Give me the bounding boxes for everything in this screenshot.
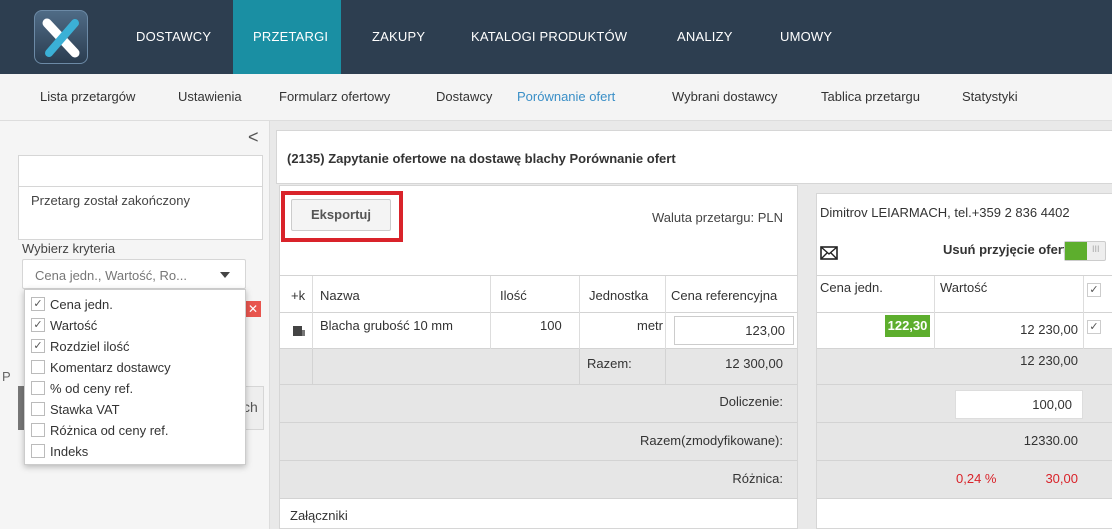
- sidebar-empty-field: [18, 155, 263, 187]
- select-all-checkbox[interactable]: ✓: [1087, 283, 1101, 297]
- supplier-row: 122,30 12 230,00 ✓: [817, 313, 1112, 349]
- remove-acceptance-label: Usuń przyjęcie oferty: [943, 242, 1075, 257]
- envelope-icon[interactable]: [820, 246, 838, 260]
- supplier-value: 12 230,00: [1020, 322, 1078, 337]
- top-navbar: DOSTAWCY PRZETARGI ZAKUPY KATALOGI PRODU…: [0, 0, 1112, 74]
- topnav-analizy[interactable]: ANALIZY: [677, 0, 747, 74]
- option-wartosc[interactable]: ✓ Wartość: [31, 315, 231, 335]
- criteria-dropdown: ✓ Cena jedn. ✓ Wartość ✓ Rozdziel ilość …: [24, 289, 246, 465]
- supplier-panel: Dimitrov LEIARMACH, tel.+359 2 836 4402 …: [816, 193, 1112, 529]
- checkbox[interactable]: [31, 423, 45, 437]
- supplier-diff-row: 0,24 % 30,00: [817, 461, 1112, 499]
- supplier-sum: 12 230,00: [1020, 353, 1078, 368]
- col-wartosc: Wartość: [940, 280, 988, 295]
- checkbox[interactable]: ✓: [31, 318, 45, 332]
- product-unit: metr: [637, 318, 663, 333]
- attachments-label: Załączniki: [290, 508, 348, 523]
- status-box: Przetarg został zakończony: [18, 186, 263, 240]
- modified-label: Razem(zmodyfikowane):: [639, 433, 783, 448]
- partial-label-p: P: [2, 369, 11, 384]
- checkbox[interactable]: ✓: [31, 297, 45, 311]
- app-logo[interactable]: [34, 10, 88, 64]
- option-indeks[interactable]: Indeks: [31, 441, 231, 461]
- option-procent-ceny[interactable]: % od ceny ref.: [31, 378, 231, 398]
- col-ilosc: Ilość: [500, 288, 527, 303]
- col-k: +k: [291, 288, 306, 303]
- sum-label: Razem:: [587, 356, 632, 371]
- currency-label: Waluta przetargu: PLN: [651, 210, 783, 225]
- remove-acceptance-toggle[interactable]: III: [1064, 241, 1106, 261]
- option-cena-jedn[interactable]: ✓ Cena jedn.: [31, 294, 231, 314]
- tab-lista-przetargow[interactable]: Lista przetargów: [40, 74, 135, 120]
- tab-dostawcy[interactable]: Dostawcy: [436, 74, 492, 120]
- checkbox[interactable]: ✓: [31, 339, 45, 353]
- diff-label: Różnica:: [732, 471, 783, 486]
- product-icon[interactable]: [292, 324, 306, 338]
- row-checkbox[interactable]: ✓: [1087, 320, 1101, 334]
- sub-navbar: Lista przetargów Ustawienia Formularz of…: [0, 74, 1112, 121]
- sum-value: 12 300,00: [725, 356, 783, 371]
- highlight-frame: [281, 191, 403, 242]
- criteria-select-value: Cena jedn., Wartość, Ro...: [35, 268, 187, 283]
- checkbox[interactable]: [31, 360, 45, 374]
- modified-row: Razem(zmodyfikowane):: [280, 423, 797, 461]
- main-content: (2135) Zapytanie ofertowe na dostawę bla…: [270, 121, 1112, 529]
- ref-price-input[interactable]: 123,00: [674, 316, 794, 345]
- option-rozdziel-ilosc[interactable]: ✓ Rozdziel ilość: [31, 336, 231, 356]
- page-title: (2135) Zapytanie ofertowe na dostawę bla…: [287, 151, 676, 166]
- logo-x-icon: [42, 18, 80, 58]
- supplier-header-row: Cena jedn. Wartość ✓: [817, 275, 1112, 314]
- col-nazwa: Nazwa: [320, 288, 360, 303]
- topnav-przetargi[interactable]: PRZETARGI: [233, 0, 341, 74]
- supplier-modified-sum: 12330.00: [1023, 433, 1078, 448]
- tab-statystyki[interactable]: Statystyki: [962, 74, 1018, 120]
- sidebar: < Przetarg został zakończony Wybierz kry…: [0, 121, 270, 529]
- col-cena-ref: Cena referencyjna: [671, 288, 778, 303]
- diff-percent: 0,24 %: [956, 471, 997, 486]
- status-text: Przetarg został zakończony: [31, 193, 190, 208]
- topnav-dostawcy[interactable]: DOSTAWCY: [136, 0, 216, 74]
- topnav-katalogi[interactable]: KATALOGI PRODUKTÓW: [471, 0, 641, 74]
- diff-row: Różnica:: [280, 461, 797, 499]
- adjust-row: Doliczenie:: [280, 385, 797, 423]
- criteria-select[interactable]: Cena jedn., Wartość, Ro...: [22, 259, 246, 289]
- checkbox[interactable]: [31, 402, 45, 416]
- option-stawka-vat[interactable]: Stawka VAT: [31, 399, 231, 419]
- option-roznica[interactable]: Różnica od ceny ref.: [31, 420, 231, 440]
- adjust-input[interactable]: 100,00: [955, 390, 1083, 419]
- product-qty: 100: [540, 318, 562, 333]
- tab-wybrani-dostawcy[interactable]: Wybrani dostawcy: [672, 74, 777, 120]
- page-header: (2135) Zapytanie ofertowe na dostawę bla…: [276, 130, 1112, 184]
- supplier-adjust-row: 100,00: [817, 385, 1112, 423]
- criteria-label: Wybierz kryteria: [22, 241, 116, 256]
- collapse-chevron-icon[interactable]: <: [248, 127, 259, 148]
- supplier-modified-row: 12330.00: [817, 423, 1112, 461]
- checkbox[interactable]: [31, 444, 45, 458]
- tab-formularz-ofertowy[interactable]: Formularz ofertowy: [279, 74, 390, 120]
- diff-value: 30,00: [1045, 471, 1078, 486]
- col-cena-jedn: Cena jedn.: [820, 280, 883, 295]
- topnav-zakupy[interactable]: ZAKUPY: [372, 0, 432, 74]
- col-jednostka: Jednostka: [589, 288, 649, 303]
- table-row: Blacha grubość 10 mm 100 metr 123,00: [280, 313, 797, 349]
- tab-ustawienia[interactable]: Ustawienia: [178, 74, 242, 120]
- product-name: Blacha grubość 10 mm: [320, 318, 453, 333]
- offer-table-panel: Eksportuj Waluta przetargu: PLN +k Nazwa…: [279, 185, 798, 529]
- supplier-sum-row: 12 230,00: [817, 349, 1112, 385]
- remove-icon[interactable]: ✕: [245, 301, 261, 317]
- option-komentarz[interactable]: Komentarz dostawcy: [31, 357, 231, 377]
- chevron-down-icon: [220, 272, 230, 278]
- checkbox[interactable]: [31, 381, 45, 395]
- topnav-umowy[interactable]: UMOWY: [780, 0, 840, 74]
- tab-tablica-przetargu[interactable]: Tablica przetargu: [821, 74, 920, 120]
- adjust-label: Doliczenie:: [719, 394, 783, 409]
- table-header-row: +k Nazwa Ilość Jednostka Cena referencyj…: [280, 275, 797, 314]
- sum-row: Razem: 12 300,00: [280, 349, 797, 385]
- best-price-badge: 122,30: [885, 315, 930, 337]
- supplier-name: Dimitrov LEIARMACH, tel.+359 2 836 4402: [820, 205, 1070, 220]
- tab-porownanie-ofert[interactable]: Porównanie ofert: [517, 74, 615, 120]
